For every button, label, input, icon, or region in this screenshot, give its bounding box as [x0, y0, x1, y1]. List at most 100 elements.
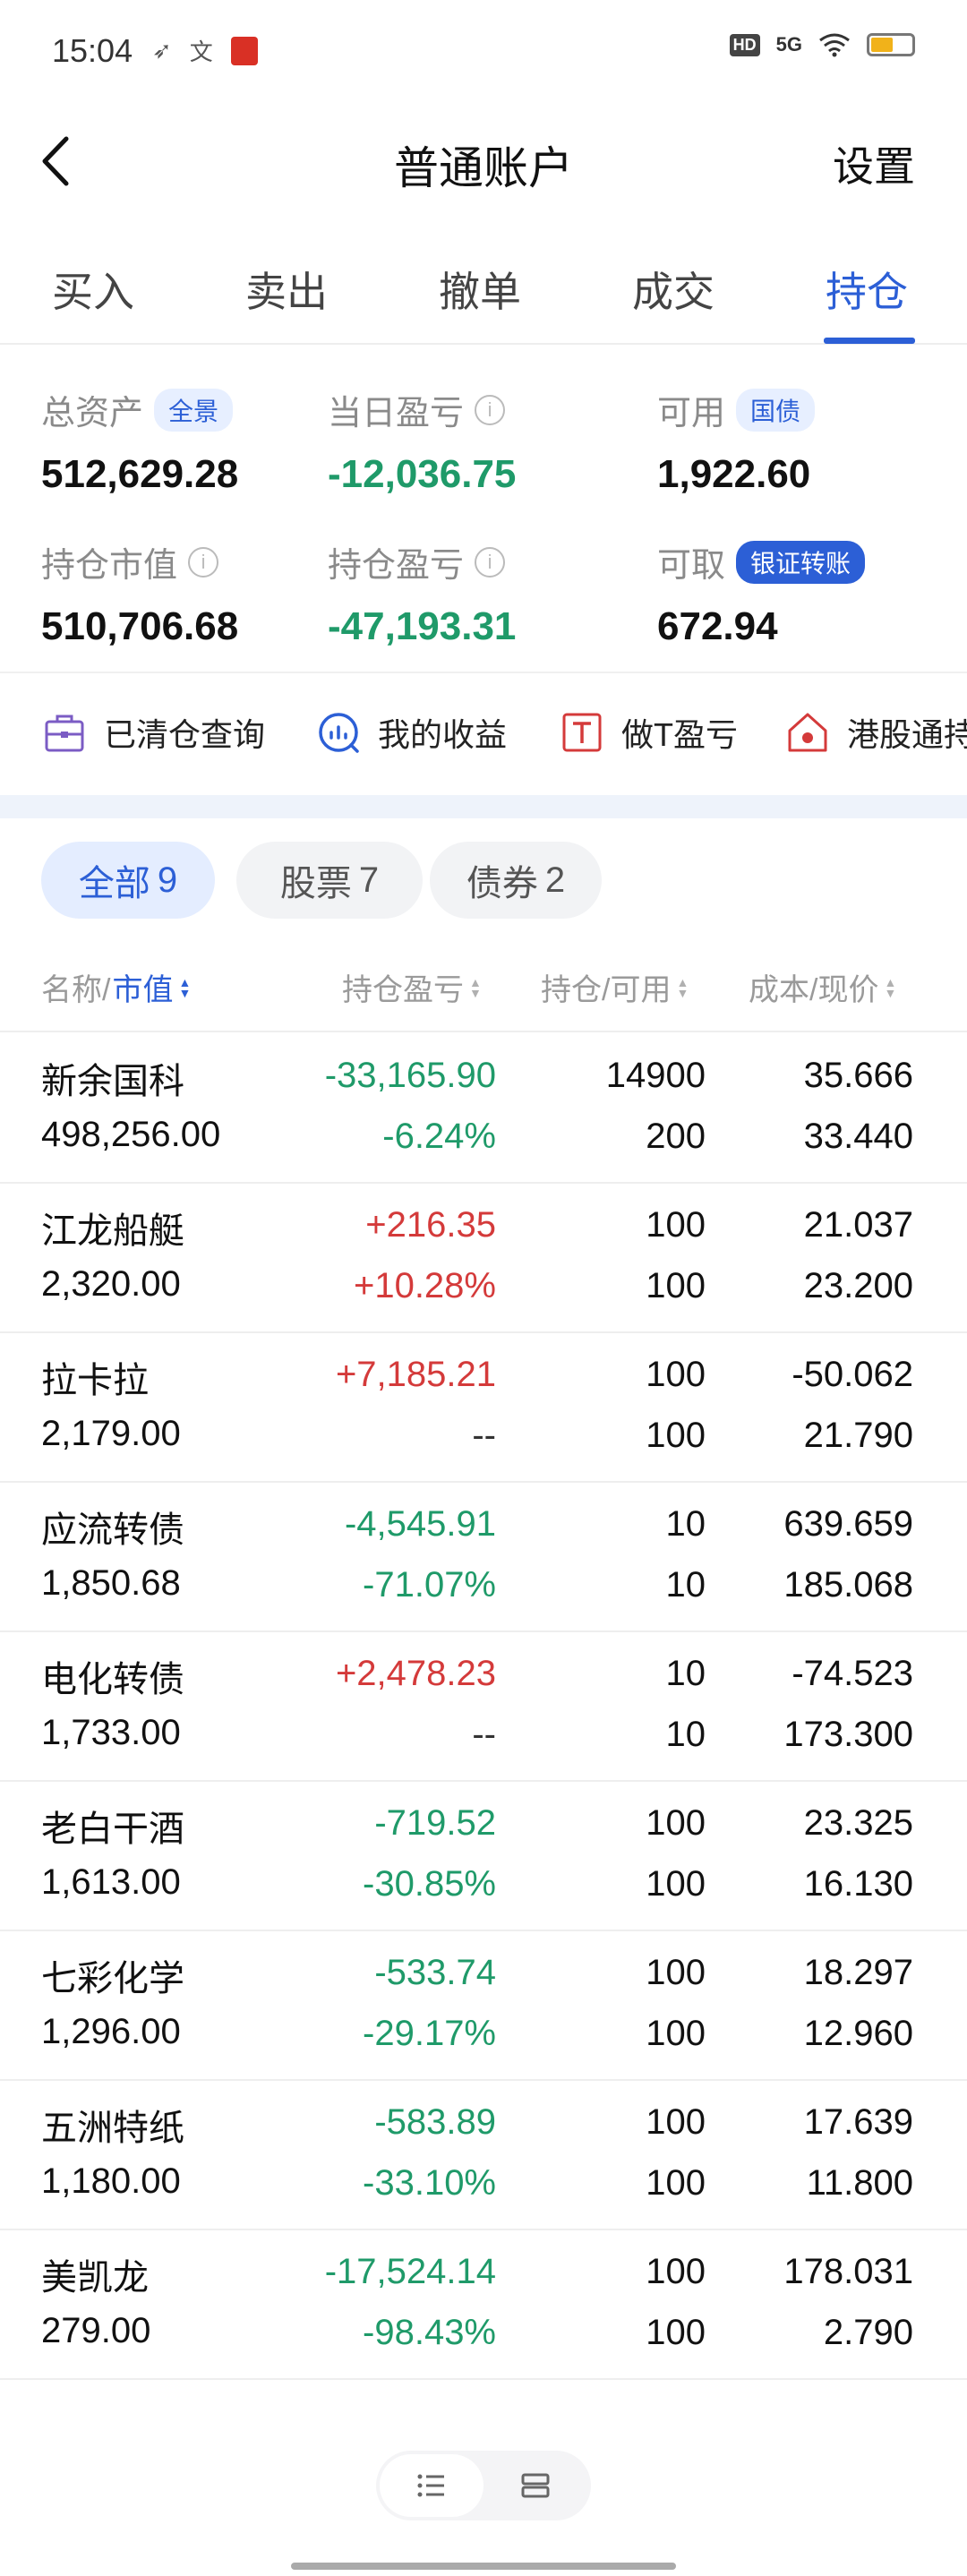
holding-position: 10 — [665, 1654, 706, 1693]
cost-sort[interactable]: 成本/现价 ▲ ▼ — [749, 965, 896, 1009]
filter-bonds[interactable]: 债券 2 — [430, 842, 602, 919]
holding-pnl-pct: -71.07% — [363, 1565, 496, 1605]
card-view-button[interactable] — [484, 2454, 587, 2517]
system-status-icons: HD 5G — [729, 32, 915, 57]
holding-price: 2.790 — [823, 2313, 913, 2352]
holding-position: 100 — [646, 1953, 706, 1992]
holding-cost: -74.523 — [792, 1654, 913, 1693]
cleared-positions-link[interactable]: 已清仓查询 — [41, 709, 265, 756]
battery-icon — [867, 33, 915, 56]
wifi-icon — [819, 33, 850, 57]
holding-market-value: 498,256.00 — [41, 1115, 221, 1154]
holding-price: 173.300 — [783, 1715, 913, 1754]
hk-connect-label: 港股通持 — [847, 716, 967, 753]
trade-tabs: 买入 卖出 撤单 成交 持仓 — [0, 242, 967, 345]
table-row[interactable]: 电化转债 1,733.00 +2,478.23 -- 10 10 -74.523… — [0, 1632, 967, 1782]
app-notification-icon — [230, 36, 258, 65]
name-market-value-sort[interactable]: 名称/ 市值 ▲ ▼ — [41, 965, 191, 1009]
holding-name: 五洲特纸 — [41, 2109, 184, 2148]
overview-pill-button[interactable]: 全景 — [154, 388, 234, 432]
table-row[interactable]: 拉卡拉 2,179.00 +7,185.21 -- 100 100 -50.06… — [0, 1333, 967, 1483]
holding-name: 江龙船艇 — [41, 1211, 184, 1251]
holding-cost: 23.325 — [803, 1803, 913, 1843]
holding-position: 10 — [665, 1504, 706, 1544]
tab-positions[interactable]: 持仓 — [826, 260, 908, 319]
holding-name: 美凯龙 — [41, 2258, 149, 2298]
card-view-icon — [521, 2473, 550, 2498]
info-icon[interactable]: i — [475, 546, 506, 578]
holding-price: 33.440 — [803, 1117, 913, 1156]
holding-pnl: -583.89 — [374, 2102, 496, 2142]
holding-available: 100 — [646, 2163, 706, 2203]
position-pnl-value: -47,193.31 — [328, 604, 517, 648]
holding-name: 电化转债 — [41, 1660, 184, 1699]
withdrawable-value: 672.94 — [657, 604, 778, 648]
position-sort[interactable]: 持仓/可用 ▲ ▼ — [541, 965, 689, 1009]
holding-pnl-pct: -6.24% — [382, 1117, 496, 1156]
holding-available: 100 — [646, 1864, 706, 1904]
hd-icon: HD — [729, 33, 760, 56]
pnl-column-label: 持仓盈亏 — [342, 973, 464, 1007]
position-pnl: 持仓盈亏 i -47,193.31 — [328, 537, 516, 649]
available-label: 可用 — [657, 395, 726, 432]
bank-transfer-button[interactable]: 银证转账 — [736, 540, 866, 584]
holding-pnl: -533.74 — [374, 1953, 496, 1992]
holding-available: 100 — [646, 2014, 706, 2053]
filter-stocks[interactable]: 股票 7 — [236, 842, 423, 919]
holding-cost: 18.297 — [803, 1953, 913, 1992]
filter-stocks-count: 7 — [358, 860, 380, 900]
holding-price: 12.960 — [803, 2014, 913, 2053]
table-row[interactable]: 五洲特纸 1,180.00 -583.89 -33.10% 100 100 17… — [0, 2081, 967, 2230]
withdrawable-funds: 可取 银证转账 672.94 — [657, 537, 866, 649]
table-row[interactable]: 江龙船艇 2,320.00 +216.35 +10.28% 100 100 21… — [0, 1184, 967, 1333]
tab-deals[interactable]: 成交 — [632, 260, 715, 319]
settings-button[interactable]: 设置 — [833, 134, 915, 193]
sort-icon: ▲ ▼ — [469, 974, 482, 1000]
account-summary: 总资产 全景 512,629.28 当日盈亏 i -12,036.75 可用 国… — [0, 358, 967, 672]
table-row[interactable]: 应流转债 1,850.68 -4,545.91 -71.07% 10 10 63… — [0, 1483, 967, 1632]
hk-connect-link[interactable]: 港股通持 — [784, 709, 967, 756]
name-column-label: 名称/ — [41, 973, 111, 1007]
notification-icons: ➶ 文 — [152, 34, 258, 67]
available-funds: 可用 国债 1,922.60 — [657, 385, 816, 497]
pnl-sort[interactable]: 持仓盈亏 ▲ ▼ — [342, 965, 482, 1009]
filter-all[interactable]: 全部 9 — [41, 842, 215, 919]
filter-all-label: 全部 — [78, 864, 150, 903]
tab-cancel[interactable]: 撤单 — [439, 260, 521, 319]
signal-icon: 5G — [775, 33, 802, 56]
page-title: 普通账户 — [394, 143, 573, 193]
info-icon[interactable]: i — [475, 394, 506, 425]
holding-market-value: 1,613.00 — [41, 1862, 181, 1902]
info-icon[interactable]: i — [188, 546, 219, 578]
list-view-button[interactable] — [380, 2454, 484, 2517]
navigation-notification-icon: ➶ — [152, 37, 172, 64]
holding-cost: -50.062 — [792, 1355, 913, 1394]
my-earnings-link[interactable]: 我的收益 — [315, 709, 507, 756]
table-row[interactable]: 新余国科 498,256.00 -33,165.90 -6.24% 14900 … — [0, 1034, 967, 1184]
cleared-positions-label: 已清仓查询 — [104, 716, 266, 753]
tab-buy[interactable]: 买入 — [52, 260, 134, 319]
table-row[interactable]: 美凯龙 279.00 -17,524.14 -98.43% 100 100 17… — [0, 2230, 967, 2380]
home-indicator[interactable] — [291, 2563, 676, 2570]
table-row[interactable]: 七彩化学 1,296.00 -533.74 -29.17% 100 100 18… — [0, 1931, 967, 2081]
holding-cost: 35.666 — [803, 1056, 913, 1095]
market-value-column-label: 市值 — [112, 973, 174, 1007]
holding-market-value: 1,180.00 — [41, 2161, 181, 2201]
active-tab-indicator — [824, 338, 915, 344]
market-value: 持仓市值 i 510,706.68 — [41, 537, 238, 649]
nav-bar: 普通账户 设置 — [0, 116, 967, 206]
t-trade-pnl-link[interactable]: 做T盈亏 — [559, 709, 738, 756]
filter-bonds-count: 2 — [544, 860, 566, 900]
total-assets: 总资产 全景 512,629.28 — [41, 385, 238, 497]
back-arrow-icon[interactable] — [27, 130, 90, 193]
total-assets-value: 512,629.28 — [41, 452, 239, 496]
table-row[interactable]: 老白干酒 1,613.00 -719.52 -30.85% 100 100 23… — [0, 1782, 967, 1931]
tab-sell[interactable]: 卖出 — [245, 260, 328, 319]
holding-name: 新余国科 — [41, 1062, 184, 1101]
holding-pnl: -17,524.14 — [324, 2252, 496, 2291]
holding-pnl: +216.35 — [365, 1205, 496, 1245]
holding-name: 七彩化学 — [41, 1959, 184, 1998]
quick-links: 已清仓查询 我的收益 做T盈亏 港股通持 — [0, 672, 967, 797]
holding-name: 老白干酒 — [41, 1810, 184, 1849]
treasury-pill-button[interactable]: 国债 — [736, 388, 816, 432]
